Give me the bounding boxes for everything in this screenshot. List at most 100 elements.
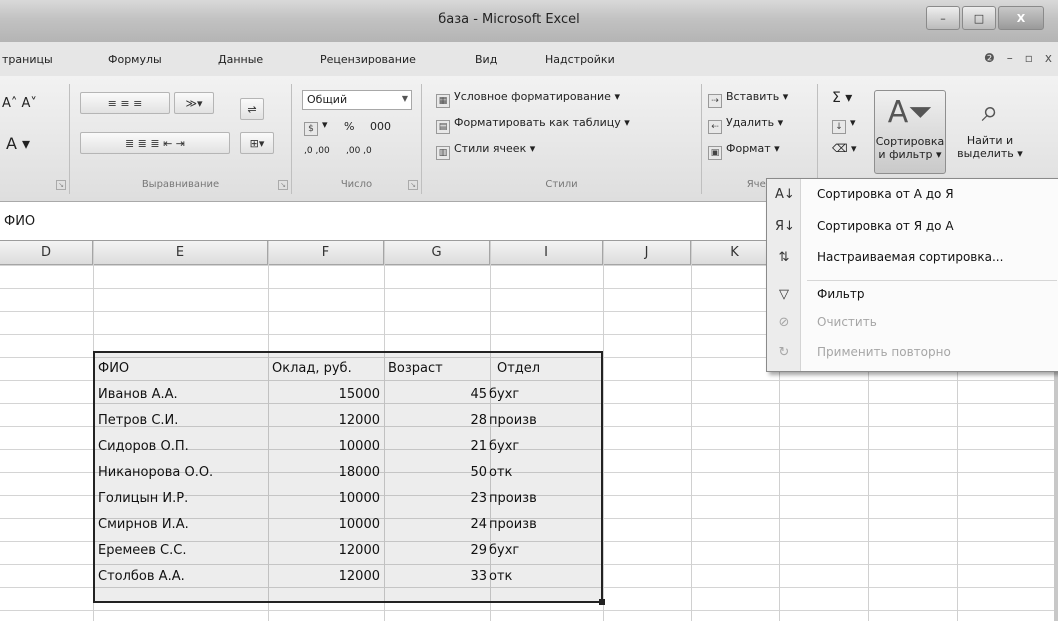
- menu-item-sort-asc[interactable]: А↓ Сортировка от А до Я: [767, 182, 1058, 208]
- cell-salary[interactable]: 12000: [268, 565, 380, 588]
- cell-age[interactable]: 28: [384, 409, 487, 432]
- clear-icon[interactable]: ⌫ ▾: [832, 142, 857, 155]
- cell-age[interactable]: 23: [384, 487, 487, 510]
- cell-name[interactable]: Голицын И.Р.: [98, 487, 188, 510]
- format-icon: ▣: [708, 146, 722, 160]
- cell-age[interactable]: 24: [384, 513, 487, 536]
- sort-filter-button[interactable]: A⏷ Сортировка и фильтр ▾: [874, 90, 946, 174]
- cell-salary[interactable]: 18000: [268, 461, 380, 484]
- cell-name[interactable]: Смирнов И.А.: [98, 513, 189, 536]
- insert-button[interactable]: ⇢ Вставить ▾: [708, 90, 788, 108]
- header-name[interactable]: ФИО: [98, 357, 129, 380]
- menu-item-clear[interactable]: ⊘ Очистить: [767, 310, 1058, 336]
- column-header-d[interactable]: D: [0, 241, 93, 265]
- cell-age[interactable]: 45: [384, 383, 487, 406]
- menu-item-filter[interactable]: ▽ Фильтр: [767, 282, 1058, 308]
- column-header-j[interactable]: J: [603, 241, 691, 265]
- cell-dept[interactable]: произв: [489, 409, 537, 432]
- menu-item-label: Фильтр: [817, 287, 865, 301]
- cell-age[interactable]: 29: [384, 539, 487, 562]
- ribbon-restore-icon[interactable]: ▫: [1025, 51, 1033, 65]
- tab-formulas[interactable]: Формулы: [108, 53, 162, 66]
- title-bar: база - Microsoft Excel – □ X: [0, 0, 1058, 42]
- cell-dept[interactable]: произв: [489, 513, 537, 536]
- header-dept[interactable]: Отдел: [497, 357, 540, 380]
- delete-button[interactable]: ⇠ Удалить ▾: [708, 116, 783, 134]
- cell-age[interactable]: 50: [384, 461, 487, 484]
- ribbon-minimize-icon[interactable]: –: [1007, 51, 1013, 65]
- wrap-text-icon[interactable]: ⇌: [240, 98, 264, 120]
- cell-name[interactable]: Петров С.И.: [98, 409, 178, 432]
- orientation-icon[interactable]: ≫▾: [174, 92, 214, 114]
- maximize-button[interactable]: □: [962, 6, 996, 30]
- cell-salary[interactable]: 10000: [268, 513, 380, 536]
- cell-dept[interactable]: произв: [489, 487, 537, 510]
- cell-age[interactable]: 33: [384, 565, 487, 588]
- align-top-icon[interactable]: ≡ ≡ ≡: [80, 92, 170, 114]
- format-as-table-button[interactable]: ▤ Форматировать как таблицу ▾: [436, 116, 630, 134]
- minimize-button[interactable]: –: [926, 6, 960, 30]
- ribbon-window-controls: ❷ – ▫ x: [984, 51, 1052, 65]
- autosum-icon[interactable]: Σ ▾: [832, 90, 852, 106]
- format-button[interactable]: ▣ Формат ▾: [708, 142, 780, 160]
- custom-sort-icon: ⇅: [778, 250, 790, 265]
- merge-cells-icon[interactable]: ⊞▾: [240, 132, 274, 154]
- cell-age[interactable]: 21: [384, 435, 487, 458]
- cell-styles-button[interactable]: ▥ Стили ячеек ▾: [436, 142, 535, 160]
- percent-button[interactable]: %: [344, 120, 354, 133]
- tab-view[interactable]: Вид: [475, 53, 497, 66]
- alignment-dialog-icon[interactable]: ↘: [278, 180, 288, 190]
- cell-dept[interactable]: отк: [489, 461, 512, 484]
- window-title: база - Microsoft Excel: [438, 12, 580, 27]
- cell-dept[interactable]: бухг: [489, 539, 519, 562]
- increase-decimal-button[interactable]: ,0 ,00: [304, 146, 330, 156]
- thousands-button[interactable]: 000: [370, 120, 391, 133]
- align-horizontal-icon[interactable]: ≣ ≣ ≣ ⇤ ⇥: [80, 132, 230, 154]
- fill-icon[interactable]: ↓ ▾: [832, 116, 856, 134]
- column-header-f[interactable]: F: [268, 241, 384, 265]
- help-icon[interactable]: ❷: [984, 51, 995, 65]
- conditional-format-button[interactable]: ▦ Условное форматирование ▾: [436, 90, 620, 108]
- font-dialog-icon[interactable]: ↘: [56, 180, 66, 190]
- currency-format-icon[interactable]: $ ▾: [304, 118, 328, 136]
- header-age[interactable]: Возраст: [388, 357, 443, 380]
- cell-salary[interactable]: 12000: [268, 539, 380, 562]
- cell-name[interactable]: Иванов А.А.: [98, 383, 178, 406]
- tab-data[interactable]: Данные: [218, 53, 263, 66]
- menu-item-reapply[interactable]: ↻ Применить повторно: [767, 340, 1058, 366]
- cell-name[interactable]: Еремеев С.С.: [98, 539, 186, 562]
- font-grow-icon[interactable]: A˄ A˅: [2, 96, 37, 111]
- ribbon-close-icon[interactable]: x: [1045, 51, 1052, 65]
- grid-line: [691, 241, 692, 621]
- header-salary[interactable]: Оклад, руб.: [272, 357, 352, 380]
- fill-handle[interactable]: [599, 599, 605, 605]
- cell-name[interactable]: Сидоров О.П.: [98, 435, 189, 458]
- cell-salary[interactable]: 10000: [268, 487, 380, 510]
- tab-addins[interactable]: Надстройки: [545, 53, 615, 66]
- tab-review[interactable]: Рецензирование: [320, 53, 416, 66]
- cell-name[interactable]: Столбов А.А.: [98, 565, 185, 588]
- cell-salary[interactable]: 12000: [268, 409, 380, 432]
- delete-icon: ⇠: [708, 120, 722, 134]
- column-header-e[interactable]: E: [93, 241, 268, 265]
- cell-dept[interactable]: бухг: [489, 435, 519, 458]
- close-button[interactable]: X: [998, 6, 1044, 30]
- number-format-select[interactable]: Общий ▼: [302, 90, 412, 110]
- menu-item-custom-sort[interactable]: ⇅ Настраиваемая сортировка...: [767, 245, 1058, 271]
- insert-icon: ⇢: [708, 94, 722, 108]
- number-dialog-icon[interactable]: ↘: [408, 180, 418, 190]
- font-color-icon[interactable]: A ▾: [6, 134, 30, 153]
- column-header-i[interactable]: I: [490, 241, 603, 265]
- cell-dept[interactable]: бухг: [489, 383, 519, 406]
- cell-salary[interactable]: 15000: [268, 383, 380, 406]
- cell-dept[interactable]: отк: [489, 565, 512, 588]
- decrease-decimal-button[interactable]: ,00 ,0: [346, 146, 372, 156]
- find-select-button[interactable]: ⌕ Найти и выделить ▾: [950, 90, 1030, 174]
- alignment-group: ≡ ≡ ≡ ≫▾ ⇌ ≣ ≣ ≣ ⇤ ⇥ ⊞▾ Выравнивание ↘: [70, 84, 292, 194]
- cell-name[interactable]: Никанорова О.О.: [98, 461, 213, 484]
- cell-salary[interactable]: 10000: [268, 435, 380, 458]
- column-header-g[interactable]: G: [384, 241, 490, 265]
- table-icon: ▤: [436, 120, 450, 134]
- tab-page-layout[interactable]: траницы: [2, 53, 53, 66]
- menu-item-sort-desc[interactable]: Я↓ Сортировка от Я до А: [767, 214, 1058, 240]
